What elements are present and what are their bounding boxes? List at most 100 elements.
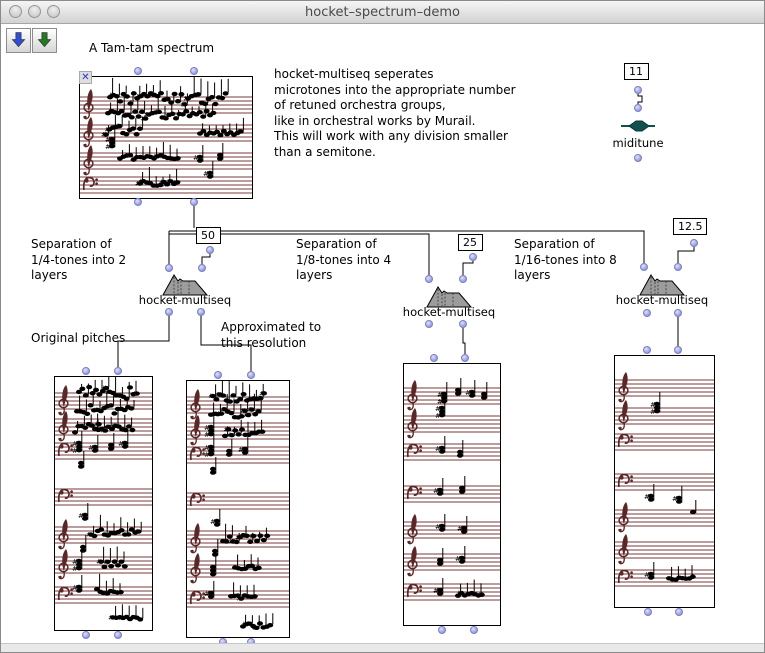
comment-approximated: Approximated to this resolution bbox=[221, 320, 321, 351]
eval-down-green-button[interactable] bbox=[32, 28, 57, 53]
svg-text:#: # bbox=[86, 531, 91, 539]
connection-port[interactable] bbox=[198, 264, 206, 272]
svg-text:#: # bbox=[172, 178, 177, 186]
connection-port[interactable] bbox=[134, 198, 142, 206]
connection-port[interactable] bbox=[674, 346, 682, 354]
connection-port[interactable] bbox=[190, 198, 198, 206]
svg-text:#: # bbox=[672, 495, 678, 503]
connection-port[interactable] bbox=[644, 608, 652, 616]
score-box-sixteenth-tones[interactable]: ##### bbox=[614, 355, 715, 608]
miditune-icon bbox=[617, 118, 659, 134]
svg-text:#: # bbox=[236, 128, 241, 136]
connection-port[interactable] bbox=[643, 309, 651, 317]
connection-port[interactable] bbox=[425, 320, 433, 328]
connection-port[interactable] bbox=[82, 631, 90, 639]
connection-port[interactable] bbox=[438, 626, 446, 634]
hocket-multiseq-icon bbox=[426, 284, 472, 308]
connection-port[interactable] bbox=[134, 67, 142, 75]
svg-text:#: # bbox=[152, 152, 157, 160]
svg-text:#: # bbox=[220, 405, 225, 413]
connection-port[interactable] bbox=[214, 371, 222, 379]
comment-description: hocket-multiseq seperates microtones int… bbox=[274, 67, 516, 160]
connection-port[interactable] bbox=[247, 371, 255, 379]
number-box-11[interactable]: 11 bbox=[624, 63, 649, 80]
connection-port[interactable] bbox=[634, 154, 642, 162]
svg-text:#: # bbox=[166, 177, 171, 185]
number-box-50[interactable]: 50 bbox=[196, 227, 221, 244]
svg-text:#: # bbox=[204, 451, 210, 459]
svg-text:#: # bbox=[108, 613, 113, 621]
score-box-approximated[interactable]: ################################ bbox=[186, 380, 290, 638]
connection-port[interactable] bbox=[640, 263, 648, 271]
svg-text:#: # bbox=[477, 591, 482, 599]
connection-port[interactable] bbox=[206, 246, 214, 254]
connection-port[interactable] bbox=[430, 354, 438, 362]
number-box-12-5[interactable]: 12.5 bbox=[673, 218, 707, 235]
svg-text:#: # bbox=[138, 177, 143, 185]
connection-port[interactable] bbox=[674, 263, 682, 271]
green-down-arrow-icon bbox=[34, 30, 55, 51]
score-box-eighth-tones[interactable]: ############# bbox=[403, 363, 501, 626]
comment-separation-quarter: Separation of 1/4-tones into 2 layers bbox=[31, 237, 126, 284]
window-close-button[interactable] bbox=[9, 5, 22, 18]
connection-port[interactable] bbox=[425, 275, 433, 283]
svg-text:#: # bbox=[465, 389, 471, 397]
miditune-node[interactable] bbox=[617, 118, 659, 138]
svg-text:#: # bbox=[118, 614, 123, 622]
comment-original-pitches: Original pitches bbox=[31, 331, 125, 347]
svg-text:#: # bbox=[254, 564, 259, 572]
svg-text:#: # bbox=[236, 595, 241, 603]
svg-text:#: # bbox=[456, 589, 461, 597]
svg-text:#: # bbox=[72, 447, 78, 455]
eval-down-blue-button[interactable] bbox=[6, 28, 31, 53]
window-zoom-button[interactable] bbox=[47, 5, 60, 18]
connection-port[interactable] bbox=[114, 631, 122, 639]
connection-port[interactable] bbox=[82, 367, 90, 375]
score-notation: ##### bbox=[615, 356, 714, 607]
svg-text:#: # bbox=[92, 406, 97, 414]
connection-port[interactable] bbox=[459, 320, 467, 328]
connection-port[interactable] bbox=[674, 309, 682, 317]
score-box-original-pitches[interactable]: ####################### bbox=[54, 376, 153, 631]
svg-text:#: # bbox=[105, 143, 111, 151]
connection-port[interactable] bbox=[690, 239, 698, 247]
svg-text:#: # bbox=[215, 390, 220, 398]
svg-text:#: # bbox=[193, 154, 199, 162]
connection-port[interactable] bbox=[190, 67, 198, 75]
hocket-multiseq-node-2[interactable] bbox=[426, 284, 472, 312]
connection-port[interactable] bbox=[634, 86, 642, 94]
svg-text:#: # bbox=[159, 153, 164, 161]
svg-text:#: # bbox=[455, 555, 461, 563]
connection-port[interactable] bbox=[461, 354, 469, 362]
close-icon[interactable]: ✕ bbox=[79, 71, 92, 84]
title-bar[interactable]: hocket–spectrum–demo bbox=[1, 1, 764, 24]
hocket-multiseq-node-3[interactable] bbox=[639, 272, 685, 300]
connection-port[interactable] bbox=[165, 308, 173, 316]
svg-text:#: # bbox=[78, 512, 84, 520]
svg-text:#: # bbox=[238, 446, 244, 454]
svg-text:#: # bbox=[243, 592, 248, 600]
connection-port[interactable] bbox=[114, 367, 122, 375]
number-box-25[interactable]: 25 bbox=[458, 234, 483, 251]
connection-port[interactable] bbox=[675, 608, 683, 616]
connection-port[interactable] bbox=[469, 253, 477, 261]
svg-text:#: # bbox=[193, 90, 198, 98]
spectrum-score-box[interactable]: ✕ ########################### bbox=[79, 76, 253, 199]
svg-text:#: # bbox=[144, 111, 149, 119]
svg-text:#: # bbox=[110, 108, 115, 116]
svg-text:#: # bbox=[210, 518, 216, 526]
svg-text:#: # bbox=[88, 444, 94, 452]
connection-port[interactable] bbox=[634, 104, 642, 112]
svg-text:#: # bbox=[103, 558, 108, 566]
hocket-multiseq-node-1[interactable] bbox=[162, 272, 208, 300]
score-notation: ############# bbox=[404, 364, 500, 625]
connection-port[interactable] bbox=[197, 308, 205, 316]
connection-port[interactable] bbox=[165, 264, 173, 272]
connection-port[interactable] bbox=[643, 346, 651, 354]
connection-port[interactable] bbox=[459, 275, 467, 283]
svg-text:#: # bbox=[72, 565, 78, 573]
connection-port[interactable] bbox=[470, 626, 478, 634]
svg-text:#: # bbox=[123, 111, 128, 119]
svg-text:#: # bbox=[96, 558, 101, 566]
window-minimize-button[interactable] bbox=[28, 5, 41, 18]
